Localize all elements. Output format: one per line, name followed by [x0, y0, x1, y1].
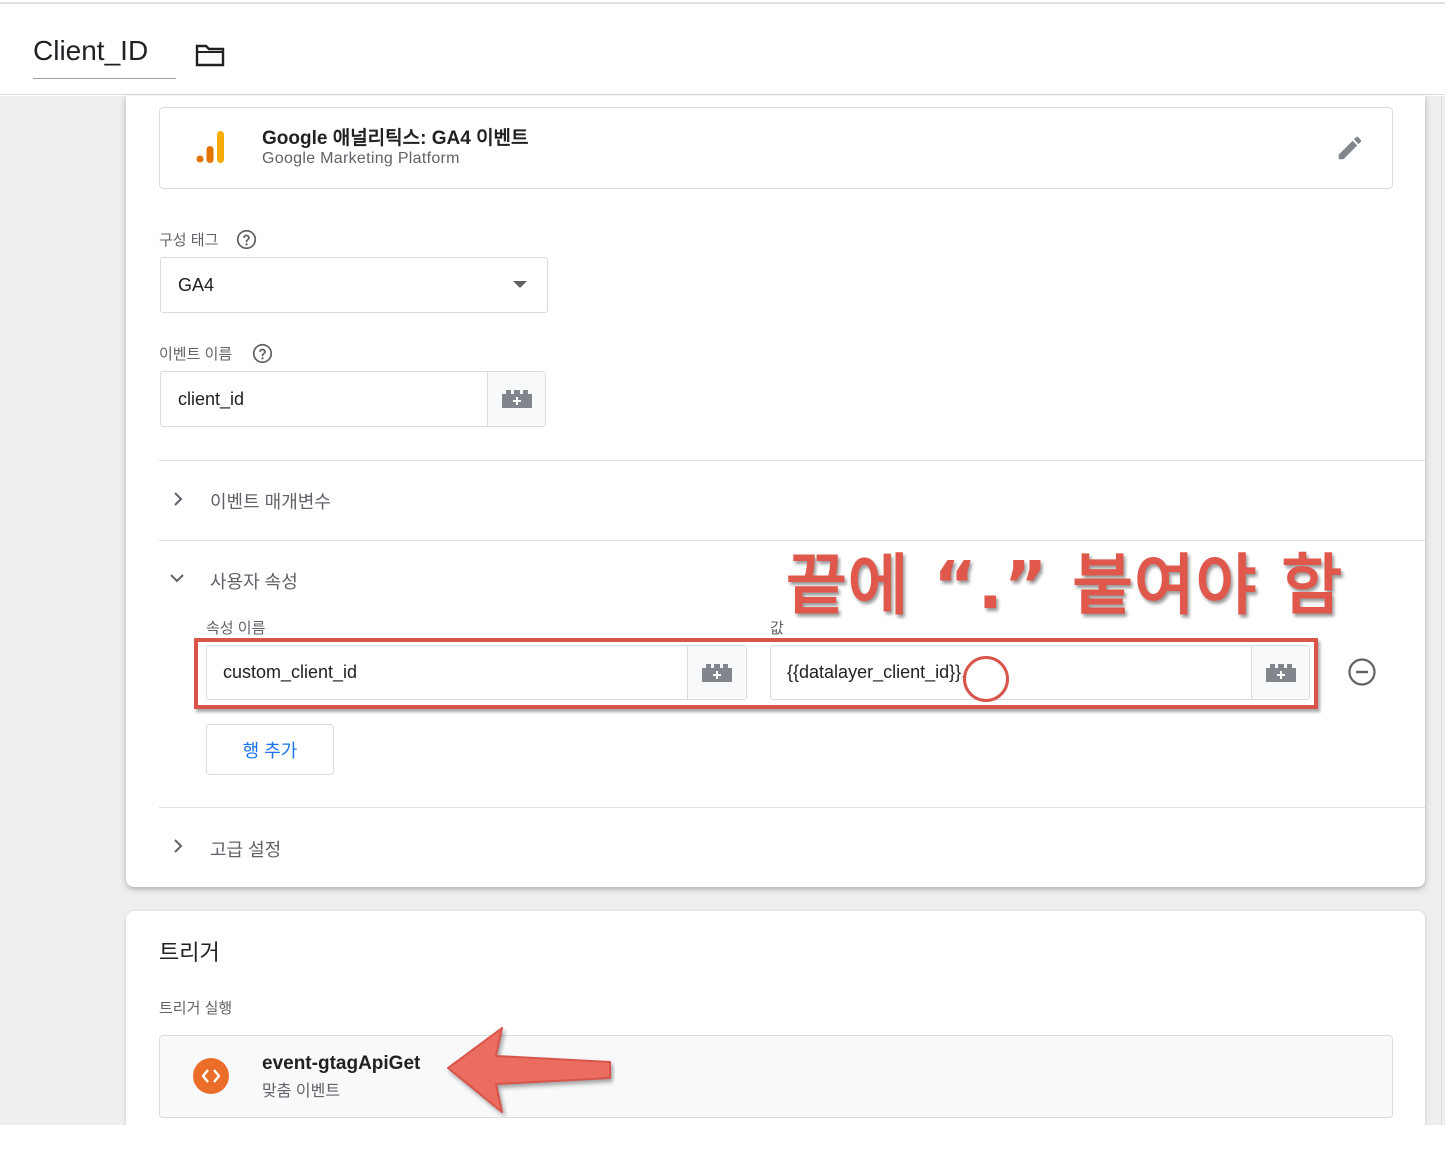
chevron-down-icon — [513, 281, 527, 288]
folder-icon[interactable] — [194, 41, 226, 69]
config-tag-label: 구성 태그 — [159, 232, 219, 249]
variable-picker-button[interactable] — [687, 646, 746, 699]
event-name-value: client_id — [178, 389, 245, 409]
trigger-item[interactable] — [159, 1035, 1393, 1118]
property-name-value: custom_client_id — [223, 662, 358, 682]
pencil-icon[interactable] — [1335, 133, 1365, 163]
config-tag-select[interactable] — [160, 257, 548, 313]
trigger-type: 맞춤 이벤트 — [262, 1083, 341, 1100]
section-divider — [159, 460, 1425, 461]
page-header: Client_ID — [0, 4, 1445, 95]
help-icon[interactable] — [236, 229, 257, 250]
trigger-name: event-gtagApiGet — [262, 1053, 421, 1074]
tag-type-title: Google 애널리틱스: GA4 이벤트 — [262, 128, 529, 149]
add-row-button[interactable]: 행 추가 — [206, 724, 334, 775]
variable-block-icon — [702, 663, 732, 682]
annotation-text: 끝에 “.” 붙여야 함 — [786, 547, 1344, 624]
chevron-right-icon[interactable] — [168, 489, 188, 509]
property-name-header: 속성 이름 — [206, 620, 266, 637]
remove-row-icon[interactable] — [1347, 657, 1377, 687]
variable-block-icon — [1265, 663, 1296, 682]
chevron-right-icon[interactable] — [168, 836, 188, 856]
section-event-params[interactable]: 이벤트 매개변수 — [210, 488, 331, 514]
trigger-heading: 트리거 — [159, 940, 220, 965]
variable-picker-button[interactable] — [487, 372, 545, 426]
variable-block-icon — [501, 390, 532, 408]
section-divider — [159, 807, 1425, 808]
bottom-margin — [0, 1125, 1445, 1162]
event-name-label: 이벤트 이름 — [159, 346, 233, 363]
variable-picker-button[interactable] — [1251, 646, 1309, 699]
property-value-header: 값 — [770, 620, 784, 637]
google-analytics-icon — [196, 131, 224, 163]
firing-triggers-label: 트리거 실행 — [159, 1000, 233, 1017]
chevron-down-icon[interactable] — [167, 568, 187, 588]
property-value-text: {{datalayer_client_id}}. — [787, 662, 967, 682]
tag-name-field[interactable]: Client_ID — [33, 34, 176, 79]
tag-type-subtitle: Google Marketing Platform — [262, 150, 460, 167]
scroll-edge — [1441, 96, 1442, 1125]
help-icon[interactable] — [252, 343, 273, 364]
config-tag-value: GA4 — [178, 275, 215, 295]
section-user-properties[interactable]: 사용자 속성 — [210, 568, 298, 594]
section-advanced-settings[interactable]: 고급 설정 — [210, 836, 281, 862]
custom-event-icon — [193, 1058, 229, 1094]
